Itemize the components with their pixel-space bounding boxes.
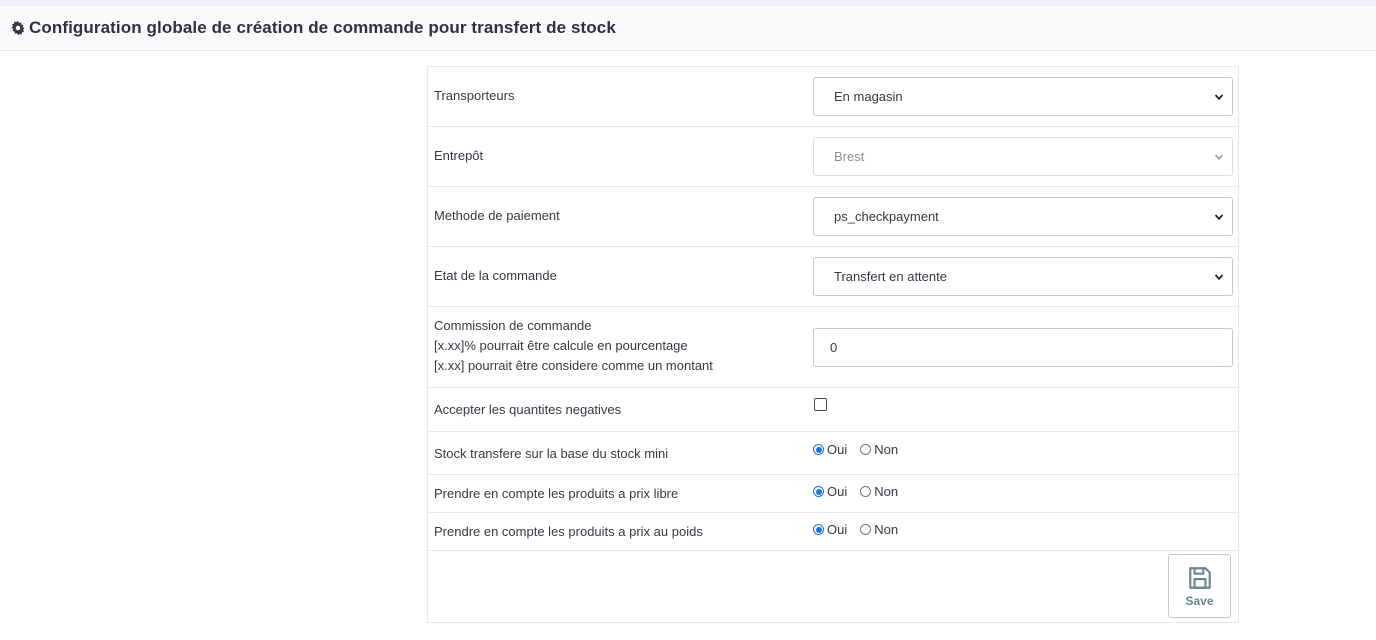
transporteurs-select[interactable]: En magasin	[813, 77, 1233, 116]
radio-button[interactable]	[813, 486, 824, 497]
chevron-down-icon	[1214, 94, 1224, 101]
save-button[interactable]: Save	[1168, 554, 1231, 618]
chevron-down-icon	[1214, 214, 1224, 221]
form-row-entrepot: Entrepôt Brest	[428, 127, 1238, 187]
prix-poids-radio-group: Oui Non	[813, 522, 911, 537]
commission-help-percent: [x.xx]% pourrait être calcule en pourcen…	[434, 338, 688, 353]
radio-button[interactable]	[860, 444, 872, 455]
form-row-transporteurs: Transporteurs En magasin	[428, 67, 1238, 127]
radio-label-oui: Oui	[827, 522, 848, 537]
etat-select[interactable]: Transfert en attente	[813, 257, 1233, 296]
page-title: Configuration globale de création de com…	[29, 18, 616, 37]
paiement-value: ps_checkpayment	[834, 209, 939, 224]
save-button-label: Save	[1185, 593, 1214, 608]
radio-label-oui: Oui	[827, 484, 848, 499]
commission-help-amount: [x.xx] pourrait être considere comme un …	[434, 358, 713, 373]
panel-header: Configuration globale de création de com…	[0, 6, 1376, 51]
form-row-etat: Etat de la commande Transfert en attente	[428, 247, 1238, 307]
paiement-select[interactable]: ps_checkpayment	[813, 197, 1233, 236]
prix-libre-radio-group: Oui Non	[813, 484, 911, 499]
radio-label-non: Non	[874, 484, 899, 499]
radio-button[interactable]	[813, 524, 824, 535]
radio-label-non: Non	[874, 442, 899, 457]
negatives-checkbox[interactable]	[814, 398, 827, 411]
commission-label: Commission de commande	[434, 318, 592, 333]
gear-icon	[11, 21, 25, 35]
floppy-disk-icon	[1188, 566, 1211, 589]
radio-button[interactable]	[860, 524, 872, 535]
radio-label-oui: Oui	[827, 442, 848, 457]
form-row-prix-poids: Prendre en compte les produits a prix au…	[428, 513, 1238, 551]
form-row-paiement: Methode de paiement ps_checkpayment	[428, 187, 1238, 247]
prix-poids-non-option[interactable]: Non	[860, 522, 898, 537]
chevron-down-icon	[1214, 154, 1224, 160]
radio-button[interactable]	[813, 444, 824, 455]
form-row-negatives: Accepter les quantites negatives	[428, 388, 1238, 432]
chevron-down-icon	[1214, 274, 1224, 281]
transporteurs-label: Transporteurs	[434, 88, 515, 103]
stock-mini-radio-group: Oui Non	[813, 442, 911, 457]
commission-input[interactable]: 0	[813, 328, 1233, 367]
transporteurs-value: En magasin	[834, 89, 903, 104]
stock-mini-oui-option[interactable]: Oui	[813, 442, 847, 457]
prix-poids-oui-option[interactable]: Oui	[813, 522, 847, 537]
negatives-label: Accepter les quantites negatives	[434, 402, 622, 417]
etat-label: Etat de la commande	[434, 268, 557, 283]
entrepot-select[interactable]: Brest	[813, 137, 1233, 176]
radio-button[interactable]	[860, 486, 872, 497]
prix-poids-label: Prendre en compte les produits a prix au…	[434, 524, 703, 539]
radio-label-non: Non	[874, 522, 899, 537]
entrepot-value: Brest	[834, 149, 865, 164]
prix-libre-oui-option[interactable]: Oui	[813, 484, 847, 499]
prix-libre-non-option[interactable]: Non	[860, 484, 898, 499]
commission-value: 0	[830, 340, 838, 355]
form-row-stock-mini: Stock transfere sur la base du stock min…	[428, 432, 1238, 475]
stock-mini-label: Stock transfere sur la base du stock min…	[434, 446, 669, 461]
paiement-label: Methode de paiement	[434, 208, 560, 223]
form-row-prix-libre: Prendre en compte les produits a prix li…	[428, 475, 1238, 513]
stock-mini-non-option[interactable]: Non	[860, 442, 898, 457]
etat-value: Transfert en attente	[834, 269, 947, 284]
config-form: Transporteurs En magasin Entrepôt Brest …	[427, 66, 1239, 623]
form-row-commission: Commission de commande [x.xx]% pourrait …	[428, 307, 1238, 388]
prix-libre-label: Prendre en compte les produits a prix li…	[434, 486, 679, 501]
entrepot-label: Entrepôt	[434, 148, 484, 163]
